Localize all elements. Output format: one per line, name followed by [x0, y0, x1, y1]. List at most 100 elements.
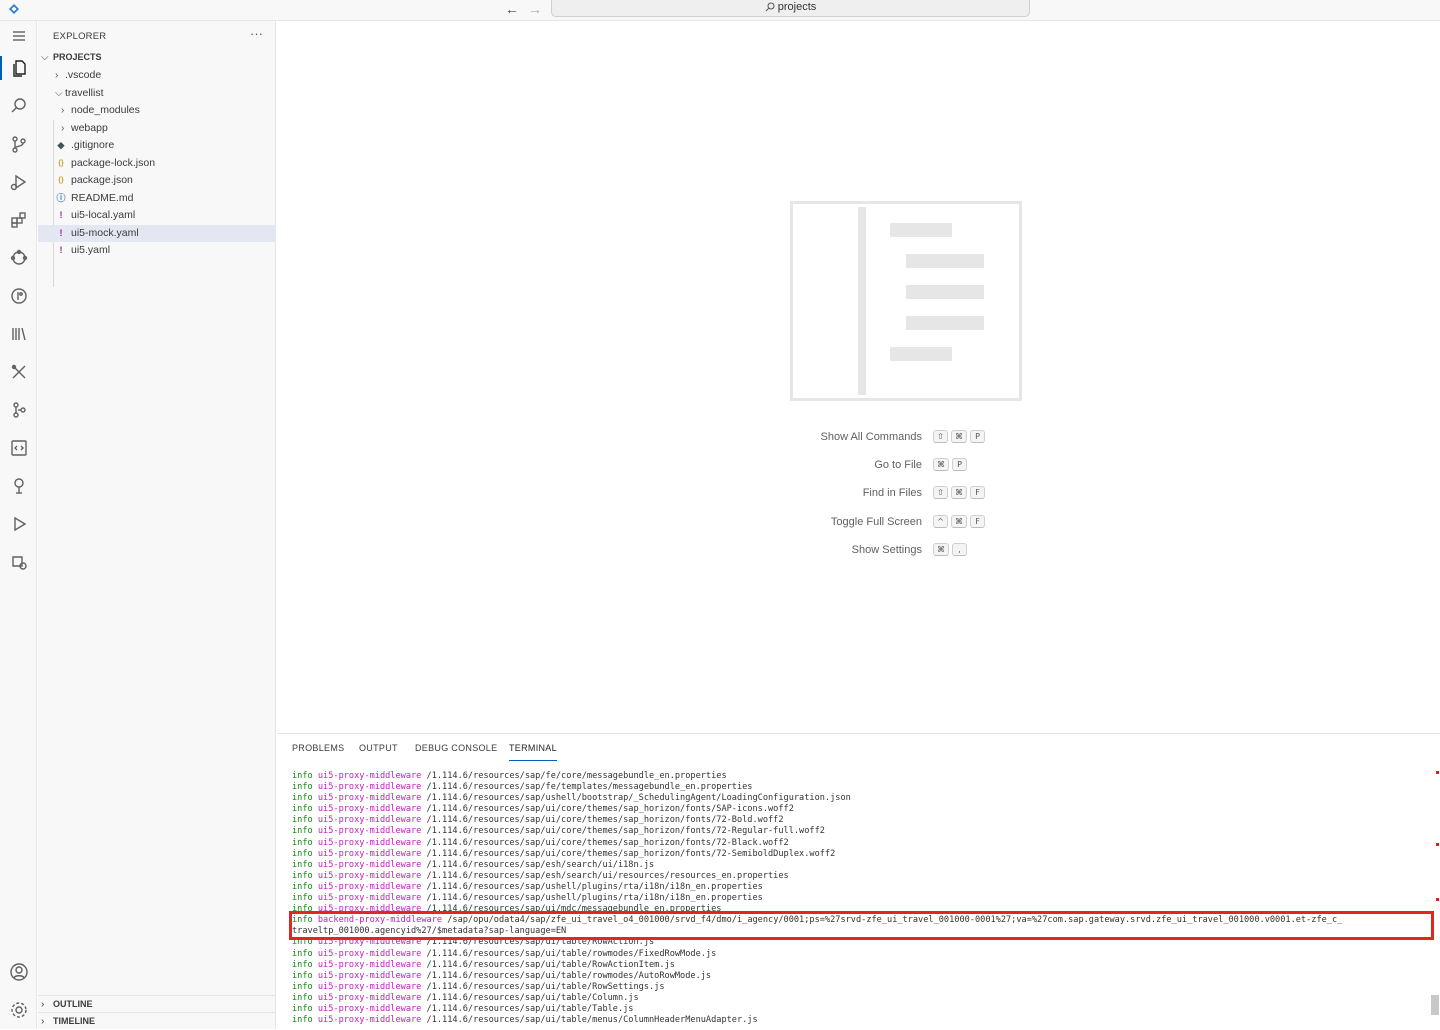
tree-item-label: .vscode: [65, 69, 102, 81]
terminal-line: info ui5-proxy-middleware /1.114.6/resou…: [292, 782, 1432, 793]
log-source: ui5-proxy-middleware: [317, 959, 427, 970]
log-level: info: [292, 815, 318, 826]
git-graph-icon[interactable]: [0, 281, 37, 311]
run-debug-icon[interactable]: [0, 167, 37, 197]
log-level: info: [292, 837, 318, 848]
tab-output[interactable]: OUTPUT: [359, 743, 398, 761]
yaml-file-icon: !: [59, 245, 63, 255]
terminal-line: info ui5-proxy-middleware /1.114.6/resou…: [292, 1015, 1432, 1026]
shortcut-label: Show All Commands: [820, 431, 923, 443]
log-message: /1.114.6/resources/sap/fe/core/messagebu…: [426, 771, 727, 781]
account-icon[interactable]: [0, 957, 37, 987]
arrow-left-icon[interactable]: ←: [505, 1, 519, 17]
play-icon[interactable]: [0, 509, 37, 539]
log-level: info: [292, 826, 318, 837]
log-message: /1.114.6/resources/sap/ui/table/Column.j…: [426, 992, 639, 1003]
source-control-icon[interactable]: [0, 129, 37, 159]
command-center-search[interactable]: projects: [551, 0, 1030, 17]
log-message: /1.114.6/resources/sap/ui/core/themes/sa…: [426, 837, 789, 848]
keybinding: ⇧ ⌘ F: [933, 486, 985, 500]
tree-folder[interactable]: › .vscode: [38, 67, 276, 85]
manage-gear-icon[interactable]: [0, 995, 37, 1025]
menu-icon[interactable]: [0, 21, 37, 51]
branch-icon[interactable]: [0, 395, 37, 425]
shortcut-label: Find in Files: [862, 487, 922, 500]
section-header-timeline[interactable]: › TIMELINE: [38, 1012, 276, 1029]
terminal-line: info ui5-proxy-middleware /1.114.6/resou…: [292, 960, 1432, 971]
chevron-down-icon: ⌵: [41, 52, 49, 63]
terminal-line: info ui5-proxy-middleware /1.114.6/resou…: [292, 860, 1432, 871]
terminal-line: info ui5-proxy-middleware /1.114.6/resou…: [292, 971, 1432, 982]
tools-icon[interactable]: [0, 357, 37, 387]
section-header-projects[interactable]: ⌵ PROJECTS: [38, 49, 276, 66]
tree-file[interactable]: ! ui5-mock.yaml: [38, 224, 276, 242]
log-source: ui5-proxy-middleware: [317, 793, 427, 804]
chevron-right-icon: ›: [55, 70, 59, 81]
keybinding: ⌘ P: [933, 458, 967, 472]
log-message: /1.114.6/resources/sap/ushell/plugins/rt…: [426, 893, 763, 904]
log-level: info: [292, 981, 318, 992]
section-header-outline[interactable]: › OUTLINE: [38, 995, 276, 1012]
tree-item-label: README.md: [71, 191, 134, 204]
log-message: /1.114.6/resources/sap/ui/mdc/messagebun…: [426, 904, 722, 915]
library-icon[interactable]: [0, 319, 37, 349]
terminal-line: traveltp_001000.agencyid%27/$metadata?sa…: [292, 926, 1432, 937]
bottom-panel: PROBLEMS OUTPUT DEBUG CONSOLE TERMINAL i…: [277, 733, 1440, 1029]
terminal-line: info ui5-proxy-middleware /1.114.6/resou…: [292, 982, 1432, 993]
log-message: /1.114.6/resources/sap/ushell/bootstrap/…: [426, 793, 851, 804]
editor-area: Show All Commands ⇧ ⌘ P Go to File ⌘ P Find in …: [277, 21, 1440, 733]
key-cap: P: [970, 430, 985, 443]
key-cap: ⇧: [933, 430, 948, 443]
cloud-icon[interactable]: [0, 243, 37, 273]
log-level: info: [292, 870, 318, 881]
terminal-line: info ui5-proxy-middleware /1.114.6/resou…: [292, 871, 1432, 882]
pin-icon[interactable]: [0, 471, 37, 501]
log-source: ui5-proxy-middleware: [317, 870, 427, 881]
terminal-line: info ui5-proxy-middleware /1.114.6/resou…: [292, 793, 1432, 804]
tab-problems[interactable]: PROBLEMS: [292, 743, 344, 761]
key-cap: F: [970, 486, 985, 500]
yaml-file-icon: !: [59, 227, 63, 238]
shortcut-row[interactable]: Go to File ⌘ P: [757, 457, 1157, 473]
terminal-line: info ui5-proxy-middleware /1.114.6/resou…: [292, 838, 1432, 849]
tab-debug-console[interactable]: DEBUG CONSOLE: [415, 743, 497, 761]
tree-file[interactable]: {} package.json: [38, 172, 276, 190]
log-message: /1.114.6/resources/sap/ui/table/RowActio…: [426, 937, 655, 948]
search-icon[interactable]: [0, 91, 37, 121]
arrow-right-icon[interactable]: →: [528, 1, 542, 17]
log-message: /1.114.6/resources/sap/esh/search/ui/res…: [426, 870, 789, 881]
settings-debug-icon[interactable]: [0, 547, 37, 577]
log-level: info: [292, 948, 318, 959]
tree-item-label: package.json: [71, 174, 133, 186]
tree-file[interactable]: ⓘ README.md: [38, 190, 276, 208]
shortcut-row[interactable]: Show All Commands ⇧ ⌘ P: [757, 429, 1157, 445]
tree-folder[interactable]: ⌵ travellist: [38, 85, 276, 103]
log-message: /1.114.6/resources/sap/fe/templates/mess…: [426, 782, 753, 793]
tree-folder[interactable]: › webapp: [38, 120, 276, 138]
terminal-scrollbar[interactable]: [1431, 995, 1439, 1015]
log-source: backend-proxy-middleware: [317, 915, 448, 926]
extensions-icon[interactable]: [0, 205, 37, 235]
tree-file[interactable]: {} package-lock.json: [38, 155, 276, 173]
shortcut-row[interactable]: Toggle Full Screen ^ ⌘ F: [757, 514, 1157, 530]
tree-file[interactable]: ! ui5-local.yaml: [38, 207, 276, 225]
log-source: ui5-proxy-middleware: [317, 815, 427, 826]
yaml-file-icon: !: [59, 210, 63, 220]
tree-file[interactable]: ! ui5.yaml: [38, 242, 276, 260]
tree-folder[interactable]: › node_modules: [38, 102, 276, 120]
more-actions-icon[interactable]: ···: [250, 26, 263, 41]
terminal-output[interactable]: info ui5-proxy-middleware /1.114.6/resou…: [292, 771, 1432, 1029]
tab-terminal[interactable]: TERMINAL: [509, 743, 557, 761]
code-page-icon[interactable]: [0, 433, 37, 463]
log-level: info: [292, 970, 318, 981]
terminal-line: info ui5-proxy-middleware /1.114.6/resou…: [292, 993, 1432, 1004]
info-file-icon: ⓘ: [56, 192, 66, 203]
shortcut-row[interactable]: Find in Files ⇧ ⌘ F: [757, 485, 1157, 501]
log-message: /1.114.6/resources/sap/ui/core/themes/sa…: [426, 826, 825, 837]
log-level: info: [292, 893, 318, 904]
section-title: TIMELINE: [53, 1016, 95, 1026]
terminal-line: info ui5-proxy-middleware /1.114.6/resou…: [292, 771, 1432, 782]
explorer-icon[interactable]: [0, 53, 37, 83]
shortcut-row[interactable]: Show Settings ⌘,: [757, 542, 1157, 558]
tree-file[interactable]: ◆ .gitignore: [38, 137, 276, 155]
